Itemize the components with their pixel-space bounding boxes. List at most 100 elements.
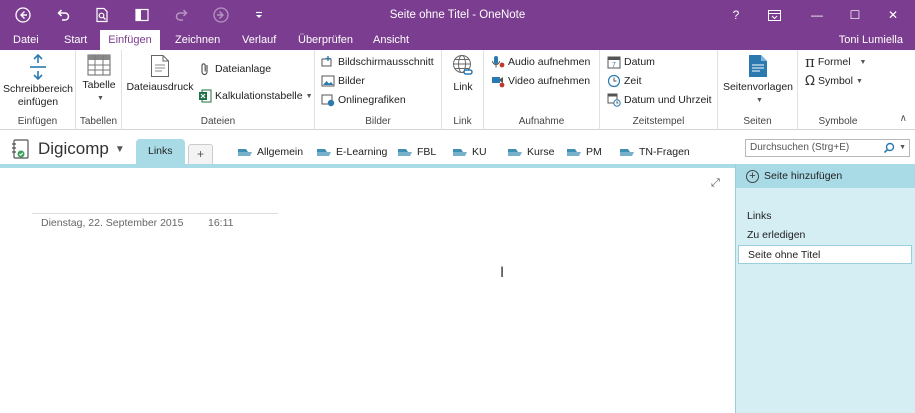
notebook-selector[interactable]: Digicomp ▼ (10, 138, 125, 160)
equation-button[interactable]: π Formel ▼ (805, 53, 866, 71)
spreadsheet-button[interactable]: Kalkulationstabelle ▼ (198, 87, 313, 105)
customize-dropdown-icon (256, 11, 262, 18)
collapse-ribbon-icon[interactable]: ∧ (900, 113, 907, 124)
pi-icon: π (805, 53, 815, 71)
search-input[interactable]: Durchsuchen (Strg+E) ▼ (745, 139, 910, 157)
group-bilder: Bildschirmausschnitt Bilder Onlinegrafik… (315, 50, 442, 130)
record-video-button[interactable]: Video aufnehmen (491, 72, 590, 90)
group-zeitstempel: 7 Datum Zeit Datum und Uhrzeit Zeitstemp… (600, 50, 718, 130)
customize-toolbar-button[interactable] (246, 0, 272, 30)
chevron-down-icon: ▼ (859, 58, 867, 66)
page-time: 16:11 (208, 217, 234, 229)
time-button[interactable]: Zeit (607, 72, 642, 90)
add-section-button[interactable]: + (188, 144, 214, 164)
dock-icon (135, 8, 149, 22)
forward-button[interactable] (208, 0, 234, 30)
print-preview-button[interactable] (89, 0, 115, 30)
ribbon-tabs: Datei Start Einfügen Zeichnen Verlauf Üb… (0, 30, 915, 51)
notebook-icon (12, 139, 29, 159)
section-group-allgemein[interactable]: Allgemein (238, 141, 303, 163)
date-time-button[interactable]: Datum und Uhrzeit (607, 91, 712, 109)
page-templates-button[interactable]: Seitenvorlagen ▼ (721, 54, 795, 107)
tab-ansicht[interactable]: Ansicht (365, 30, 417, 50)
full-page-view-icon[interactable]: ⤢ (711, 177, 720, 190)
file-printout-icon (151, 55, 169, 77)
tab-zeichnen[interactable]: Zeichnen (167, 30, 228, 50)
page-item-zu-erledigen[interactable]: Zu erledigen (738, 226, 912, 245)
redo-icon (175, 9, 188, 21)
group-dateien: Dateiausdruck Dateianlage Kalkulationsta… (122, 50, 315, 130)
online-pictures-button[interactable]: Onlinegrafiken (321, 91, 406, 109)
calendar-clock-icon (607, 93, 621, 107)
screen-clipping-button[interactable]: Bildschirmausschnitt (321, 53, 434, 71)
table-button[interactable]: Tabelle ▼ (79, 54, 119, 105)
chevron-down-icon: ▼ (114, 143, 125, 155)
tab-start[interactable]: Start (56, 30, 95, 50)
page-template-icon (749, 55, 767, 77)
redo-button[interactable] (169, 0, 195, 30)
group-label-link: Link (453, 116, 472, 127)
section-group-icon (567, 149, 581, 156)
group-label-einfuegen: Einfügen (17, 116, 58, 127)
help-button[interactable]: ? (719, 0, 753, 30)
page-canvas[interactable]: Dienstag, 22. September 2015 16:11 ⤢ I (0, 168, 735, 413)
online-picture-icon (321, 94, 335, 107)
file-printout-button[interactable]: Dateiausdruck (125, 54, 195, 94)
text-cursor-icon: I (500, 265, 505, 281)
picture-icon (321, 75, 335, 87)
pictures-button[interactable]: Bilder (321, 72, 365, 90)
notebook-name: Digicomp (38, 139, 109, 158)
search-placeholder: Durchsuchen (Strg+E) (750, 142, 850, 153)
group-label-seiten: Seiten (743, 116, 772, 127)
page-search-icon (96, 7, 108, 23)
tab-datei[interactable]: Datei (5, 30, 47, 50)
user-name[interactable]: Toni Lumiella (839, 30, 903, 50)
section-group-tn-fragen[interactable]: TN-Fragen (620, 141, 690, 163)
maximize-button[interactable]: ☐ (838, 0, 872, 30)
section-group-fbl[interactable]: FBL (398, 141, 436, 163)
group-label-tabellen: Tabellen (79, 116, 118, 127)
tab-ueberpruefen[interactable]: Überprüfen (290, 30, 361, 50)
minimize-button[interactable]: — (800, 0, 834, 30)
chevron-down-icon: ▼ (305, 92, 313, 100)
link-button[interactable]: Link (445, 54, 481, 94)
page-item-seite-ohne-titel[interactable]: Seite ohne Titel (738, 245, 912, 264)
date-button[interactable]: 7 Datum (607, 53, 655, 71)
symbol-button[interactable]: Ω Symbol ▼ (805, 72, 863, 90)
section-group-kurse[interactable]: Kurse (508, 141, 554, 163)
tab-einfuegen[interactable]: Einfügen (100, 30, 160, 51)
page-title-line[interactable] (32, 213, 278, 214)
add-page-button[interactable]: + Seite hinzufügen (736, 164, 915, 188)
page-item-links[interactable]: Links (738, 207, 912, 226)
dock-window-button[interactable] (129, 0, 155, 30)
file-attachment-button[interactable]: Dateianlage (198, 60, 271, 78)
chevron-down-icon[interactable]: ▼ (899, 140, 906, 156)
section-group-icon (453, 149, 467, 156)
plus-circle-icon: + (746, 169, 759, 183)
tab-verlauf[interactable]: Verlauf (234, 30, 284, 50)
undo-icon (57, 9, 70, 21)
svg-text:7: 7 (612, 62, 616, 69)
insert-space-button[interactable]: Schreibbereich einfügen (2, 54, 74, 109)
excel-icon (199, 89, 212, 103)
section-group-elearning[interactable]: E-Learning (317, 141, 387, 163)
video-camera-icon (492, 77, 505, 88)
section-group-icon (508, 149, 522, 156)
section-tab-links[interactable]: Links (136, 139, 185, 164)
section-group-ku[interactable]: KU (453, 141, 487, 163)
group-aufnahme: Audio aufnehmen Video aufnehmen Aufnahme (484, 50, 600, 130)
section-group-pm[interactable]: PM (567, 141, 602, 163)
microphone-icon (492, 56, 505, 68)
close-button[interactable]: ✕ (876, 0, 910, 30)
group-label-dateien: Dateien (200, 116, 236, 127)
ribbon-display-options-button[interactable] (757, 0, 791, 30)
undo-button[interactable] (50, 0, 76, 30)
table-icon (87, 54, 111, 76)
record-audio-button[interactable]: Audio aufnehmen (491, 53, 590, 71)
back-button[interactable] (10, 0, 36, 30)
search-icon[interactable] (883, 142, 895, 154)
forward-arrow-icon (213, 7, 229, 23)
clock-icon (607, 74, 621, 88)
group-symbole: π Formel ▼ Ω Symbol ▼ Symbole (798, 50, 878, 130)
group-label-zeitstempel: Zeitstempel (632, 116, 685, 127)
